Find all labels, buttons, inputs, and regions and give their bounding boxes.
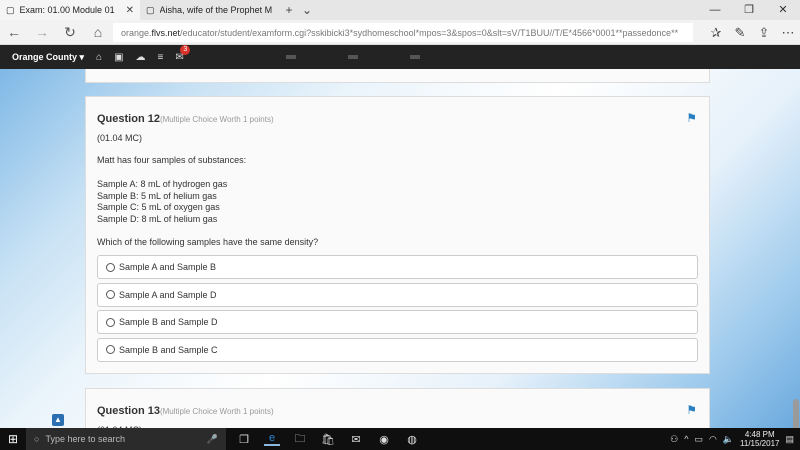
forward-icon[interactable]: → bbox=[28, 24, 56, 40]
sample-item: Sample B: 5 mL of helium gas bbox=[97, 190, 217, 201]
clock-time: 4:48 PM bbox=[744, 430, 775, 439]
maximize-icon[interactable]: ❐ bbox=[732, 0, 766, 20]
windows-taskbar: ⊞ ○ Type here to search 🎤 ❐ e 🗀 🛍 ✉ ◉ ◍ … bbox=[0, 428, 800, 450]
site-header: Orange County ▾ ⌂ ▣ ☁ ≡ ✉ 3 bbox=[0, 44, 800, 69]
tab-aisha[interactable]: ▢ Aisha, wife of the Prophet M bbox=[140, 0, 280, 20]
sample-item: Sample A: 8 mL of hydrogen gas bbox=[97, 179, 228, 189]
browser-tab-bar: ▢ Exam: 01.00 Module 01 ✕ ▢ Aisha, wife … bbox=[0, 0, 800, 20]
question-intro: Matt has four samples of substances: bbox=[97, 155, 247, 165]
store-icon[interactable]: 🛍 bbox=[320, 433, 336, 446]
search-icon: ○ bbox=[34, 434, 40, 444]
sample-item: Sample C: 5 mL of oxygen gas bbox=[97, 202, 220, 212]
county-menu[interactable]: Orange County ▾ bbox=[12, 52, 84, 63]
radio-button[interactable] bbox=[106, 290, 115, 299]
menu-icon[interactable]: ≡ bbox=[158, 52, 164, 63]
flag-icon[interactable]: ⚑ bbox=[686, 111, 697, 125]
window-controls: — ❐ ✕ bbox=[698, 0, 800, 20]
question-title: Question 13(Multiple Choice Worth 1 poin… bbox=[97, 405, 274, 417]
url-field[interactable]: orange. flvs.net/educator/student/examfor… bbox=[113, 23, 693, 42]
minimize-icon[interactable]: — bbox=[698, 0, 732, 20]
previous-question-panel bbox=[85, 69, 710, 83]
close-tab-icon[interactable]: ✕ bbox=[126, 5, 134, 16]
header-item bbox=[285, 55, 296, 59]
radio-button[interactable] bbox=[106, 345, 115, 354]
county-label: Orange County bbox=[12, 51, 78, 62]
answer-options: Sample A and Sample B Sample A and Sampl… bbox=[97, 255, 698, 365]
wifi-icon[interactable]: ◠ bbox=[709, 434, 717, 445]
answer-option[interactable]: Sample A and Sample D bbox=[97, 282, 698, 307]
sample-item: Sample D: 8 mL of helium gas bbox=[97, 213, 218, 224]
chevron-down-icon[interactable]: ⌄ bbox=[298, 0, 316, 20]
home-icon[interactable]: ⌂ bbox=[84, 24, 112, 40]
tab-exam[interactable]: ▢ Exam: 01.00 Module 01 ✕ bbox=[0, 0, 140, 20]
more-icon[interactable]: ⋯ bbox=[776, 25, 800, 41]
header-item bbox=[409, 55, 420, 59]
url-domain: flvs.net bbox=[151, 27, 181, 38]
taskbar-apps: ❐ e 🗀 🛍 ✉ ◉ ◍ bbox=[236, 430, 420, 449]
answer-option[interactable]: Sample A and Sample B bbox=[97, 255, 698, 279]
system-tray: ⚇ ^ ▭ ◠ 🔈 4:48 PM 11/15/2017 ▤ bbox=[670, 430, 800, 448]
question-meta: (Multiple Choice Worth 1 points) bbox=[159, 407, 274, 416]
close-window-icon[interactable]: ✕ bbox=[766, 0, 800, 20]
messages-icon[interactable]: ✉ 3 bbox=[175, 44, 191, 63]
scroll-to-top-icon[interactable]: ▲ bbox=[52, 414, 64, 426]
question-code: (01.04 MC) bbox=[97, 133, 143, 143]
people-icon[interactable]: ⚇ bbox=[670, 434, 678, 445]
task-view-icon[interactable]: ❐ bbox=[236, 433, 252, 446]
question-number: Question 12 bbox=[97, 113, 160, 125]
header-item bbox=[347, 55, 358, 59]
answer-label: Sample A and Sample D bbox=[119, 289, 217, 300]
question-12-panel: Question 12(Multiple Choice Worth 1 poin… bbox=[85, 96, 710, 374]
notification-badge: 3 bbox=[180, 44, 191, 55]
answer-option[interactable]: Sample B and Sample D bbox=[97, 310, 698, 334]
volume-icon[interactable]: 🔈 bbox=[723, 434, 734, 445]
inbox-icon[interactable]: ▣ bbox=[114, 52, 123, 63]
url-path: /educator/student/examform.cgi?sskibicki… bbox=[180, 27, 679, 38]
flag-icon[interactable]: ⚑ bbox=[686, 403, 697, 417]
clock-date: 11/15/2017 bbox=[740, 439, 780, 448]
tab-label: Exam: 01.00 Module 01 bbox=[19, 5, 115, 15]
cloud-icon[interactable]: ☁ bbox=[136, 52, 146, 63]
windows-start-icon[interactable]: ⊞ bbox=[0, 432, 26, 446]
taskbar-clock[interactable]: 4:48 PM 11/15/2017 bbox=[740, 430, 779, 448]
radio-button[interactable] bbox=[106, 317, 115, 327]
answer-label: Sample A and Sample B bbox=[119, 262, 217, 272]
action-center-icon[interactable]: ▤ bbox=[785, 434, 794, 445]
answer-label: Sample B and Sample C bbox=[119, 344, 218, 355]
chrome-icon[interactable]: ◉ bbox=[376, 433, 392, 446]
file-explorer-icon[interactable]: 🗀 bbox=[292, 430, 308, 449]
share-icon[interactable]: ⇪ bbox=[752, 25, 776, 41]
question-prompt: Which of the following samples have the … bbox=[97, 237, 319, 247]
mail-icon[interactable]: ✉ bbox=[348, 433, 364, 446]
new-tab-icon[interactable]: + bbox=[280, 0, 298, 20]
microphone-icon[interactable]: 🎤 bbox=[207, 434, 218, 445]
question-meta: (Multiple Choice Worth 1 points) bbox=[159, 115, 274, 124]
sample-list: Sample A: 8 mL of hydrogen gas Sample B:… bbox=[97, 179, 227, 225]
page-scrollbar[interactable] bbox=[791, 69, 800, 439]
answer-option[interactable]: Sample B and Sample C bbox=[97, 337, 698, 362]
favorites-icon[interactable]: ✰ bbox=[704, 25, 728, 41]
search-placeholder: Type here to search bbox=[45, 434, 125, 444]
edge-browser-icon[interactable]: e bbox=[264, 432, 280, 446]
question-number: Question 13 bbox=[97, 405, 160, 417]
home-icon[interactable]: ⌂ bbox=[96, 52, 102, 63]
radio-button[interactable] bbox=[106, 262, 115, 272]
chevron-up-icon[interactable]: ^ bbox=[684, 434, 688, 444]
url-prefix: orange. bbox=[121, 27, 152, 38]
page-icon: ▢ bbox=[6, 4, 15, 15]
refresh-icon[interactable]: ↻ bbox=[56, 24, 84, 41]
question-title: Question 12(Multiple Choice Worth 1 poin… bbox=[97, 113, 274, 125]
notes-icon[interactable]: ✎ bbox=[728, 25, 752, 41]
browser-actions: ✰ ✎ ⇪ ⋯ bbox=[704, 20, 800, 45]
page-icon: ▢ bbox=[146, 4, 155, 15]
answer-label: Sample B and Sample D bbox=[119, 317, 218, 327]
battery-icon[interactable]: ▭ bbox=[694, 434, 703, 445]
back-icon[interactable]: ← bbox=[0, 24, 28, 40]
tab-label: Aisha, wife of the Prophet M bbox=[159, 5, 273, 15]
taskbar-search[interactable]: ○ Type here to search 🎤 bbox=[26, 428, 226, 450]
address-bar: ← → ↻ ⌂ orange. flvs.net/educator/student… bbox=[0, 20, 800, 60]
app-icon[interactable]: ◍ bbox=[404, 433, 420, 446]
